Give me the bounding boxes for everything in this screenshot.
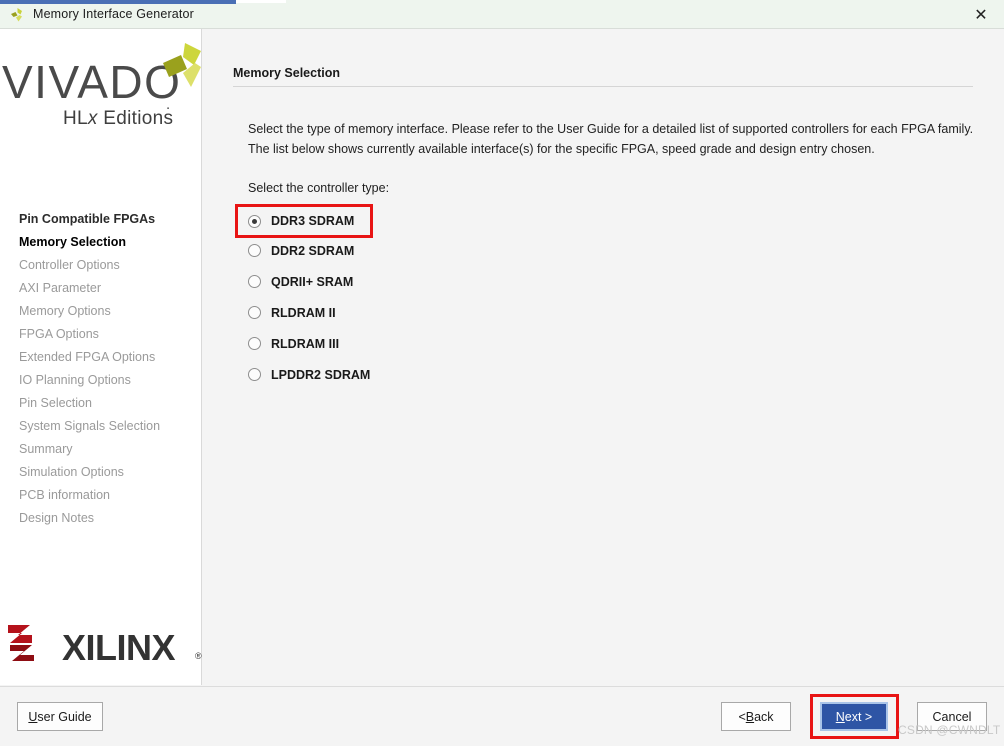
vivado-triangle-icon [9, 7, 26, 23]
radio-indicator-icon [248, 214, 261, 228]
xilinx-registered-mark: ® [195, 651, 202, 661]
radio-label: RLDRAM III [271, 336, 340, 351]
sidebar-item-fpga-options[interactable]: FPGA Options [0, 322, 202, 345]
page-title: Memory Selection [233, 66, 340, 80]
radio-option-ddr3-sdram[interactable]: DDR3 SDRAM [234, 204, 374, 238]
sidebar-item-controller-options[interactable]: Controller Options [0, 253, 202, 276]
sidebar-item-memory-options[interactable]: Memory Options [0, 299, 202, 322]
page-description: Select the type of memory interface. Ple… [248, 119, 978, 159]
radio-indicator-icon [248, 244, 261, 257]
controller-type-prompt: Select the controller type: [248, 181, 390, 195]
sidebar-item-axi-parameter[interactable]: AXI Parameter [0, 276, 202, 299]
sidebar-item-extended-fpga-options[interactable]: Extended FPGA Options [0, 345, 202, 368]
next-label: ext > [844, 709, 873, 724]
wizard-sidebar: VIVADO . HLx Editions Pin Compatible FPG… [0, 29, 202, 685]
title-divider [233, 86, 973, 87]
radio-option-ddr2-sdram[interactable]: DDR2 SDRAM [238, 235, 370, 266]
next-mnemonic: N [835, 709, 845, 724]
description-line-1: Select the type of memory interface. Ple… [248, 122, 974, 136]
xilinx-wordmark: XILINX [62, 627, 176, 668]
xilinx-mark-icon [8, 625, 34, 661]
radio-indicator-icon [248, 368, 261, 381]
radio-label: RLDRAM II [271, 305, 336, 320]
vivado-edition-label: HLx Editions [63, 108, 173, 130]
radio-option-rldram-iii[interactable]: RLDRAM III [238, 328, 370, 359]
watermark-text: CSDN @CWNDLT [898, 723, 1001, 737]
sidebar-item-memory-selection[interactable]: Memory Selection [0, 230, 202, 253]
sidebar-item-pin-compatible-fpgas[interactable]: Pin Compatible FPGAs [0, 207, 202, 230]
user-guide-button[interactable]: User Guide [17, 702, 103, 731]
vivado-edition-italic: x [87, 108, 98, 129]
wizard-step-list: Pin Compatible FPGAs Memory Selection Co… [0, 207, 202, 529]
user-guide-label: ser Guide [37, 709, 92, 724]
sidebar-item-summary[interactable]: Summary [0, 437, 202, 460]
titlebar-accent-gap [236, 0, 286, 3]
radio-option-qdrii-plus-sram[interactable]: QDRII+ SRAM [238, 266, 370, 297]
radio-indicator-icon [248, 306, 261, 319]
xilinx-logo: XILINX ® [6, 621, 202, 669]
controller-type-radio-group: DDR3 SDRAM DDR2 SDRAM QDRII+ SRAM RLDRAM… [234, 204, 374, 390]
radio-indicator-icon [248, 275, 261, 288]
window-titlebar: Memory Interface Generator ✕ [0, 0, 1004, 29]
sidebar-item-pcb-information[interactable]: PCB information [0, 483, 202, 506]
vivado-edition-prefix: HL [63, 108, 88, 129]
vivado-edition-suffix: Editions [97, 108, 174, 129]
radio-label: LPDDR2 SDRAM [271, 367, 371, 382]
sidebar-item-system-signals-selection[interactable]: System Signals Selection [0, 414, 202, 437]
radio-option-lpddr2-sdram[interactable]: LPDDR2 SDRAM [238, 359, 370, 390]
wizard-content-pane: Memory Selection Select the type of memo… [203, 29, 1004, 685]
back-button[interactable]: < Back [721, 702, 791, 731]
user-guide-mnemonic: U [28, 709, 38, 724]
sidebar-item-io-planning-options[interactable]: IO Planning Options [0, 368, 202, 391]
description-line-2: The list below shows currently available… [248, 142, 875, 156]
memory-interface-generator-window: Memory Interface Generator ✕ VIVADO . HL… [0, 0, 1004, 746]
sidebar-item-simulation-options[interactable]: Simulation Options [0, 460, 202, 483]
vivado-logo: VIVADO . HLx Editions [0, 41, 202, 146]
sidebar-item-pin-selection[interactable]: Pin Selection [0, 391, 202, 414]
titlebar-accent-strip [0, 0, 236, 4]
radio-label: QDRII+ SRAM [271, 274, 354, 289]
window-title: Memory Interface Generator [33, 7, 194, 21]
close-icon[interactable]: ✕ [958, 0, 1004, 29]
back-prefix: < [738, 709, 746, 724]
back-mnemonic: B [745, 709, 755, 724]
back-label: ack [754, 709, 774, 724]
sidebar-item-design-notes[interactable]: Design Notes [0, 506, 202, 529]
vivado-pinwheel-icon [161, 41, 207, 89]
radio-indicator-icon [248, 337, 261, 350]
radio-label: DDR2 SDRAM [271, 243, 355, 258]
radio-option-rldram-ii[interactable]: RLDRAM II [238, 297, 370, 328]
vivado-wordmark: VIVADO [2, 56, 182, 108]
radio-label: DDR3 SDRAM [271, 214, 355, 228]
next-button[interactable]: Next > [820, 702, 888, 731]
